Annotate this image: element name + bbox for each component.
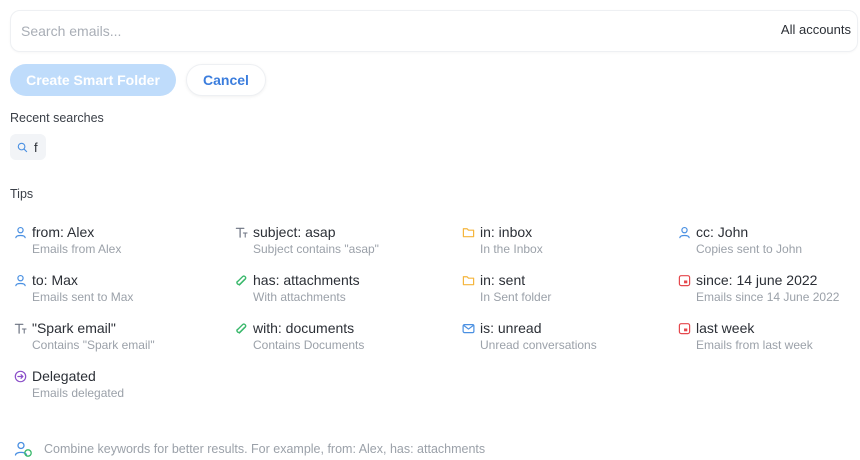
- recent-searches-heading: Recent searches: [10, 111, 104, 125]
- tip-subject[interactable]: subject: asap Subject contains "asap": [235, 223, 379, 256]
- tip-description: Emails sent to Max: [32, 290, 134, 304]
- tip-phrase[interactable]: "Spark email" Contains "Spark email": [14, 319, 155, 352]
- cancel-button[interactable]: Cancel: [186, 64, 266, 96]
- tip-title: "Spark email": [32, 320, 116, 336]
- text-icon: [235, 227, 248, 238]
- tip-title: subject: asap: [253, 224, 336, 240]
- recent-search-text: f: [34, 139, 38, 155]
- tips-heading: Tips: [10, 187, 34, 201]
- tip-title: last week: [696, 320, 755, 336]
- tip-title: since: 14 june 2022: [696, 272, 818, 288]
- tip-title: in: inbox: [480, 224, 533, 240]
- tip-title: with: documents: [253, 320, 355, 336]
- tip-to[interactable]: to: Max Emails sent to Max: [14, 271, 133, 304]
- tip-since-date[interactable]: since: 14 june 2022 Emails since 14 June…: [678, 271, 839, 304]
- person-icon: [679, 226, 690, 238]
- tip-in-sent[interactable]: in: sent In Sent folder: [462, 271, 551, 304]
- folder-icon: [462, 227, 475, 237]
- create-smart-folder-button[interactable]: Create Smart Folder: [10, 64, 176, 96]
- tip-cc[interactable]: cc: John Copies sent to John: [678, 223, 802, 256]
- tip-with-documents[interactable]: with: documents Contains Documents: [235, 319, 364, 352]
- tip-description: Copies sent to John: [696, 242, 803, 256]
- tip-description: Subject contains "asap": [253, 242, 379, 256]
- tip-description: Emails from Alex: [32, 242, 122, 256]
- search-input[interactable]: [11, 11, 711, 51]
- envelope-icon: [462, 323, 475, 333]
- tip-is-unread[interactable]: is: unread Unread conversations: [462, 319, 597, 352]
- hint-text: Combine keywords for better results. For…: [44, 442, 486, 456]
- calendar-icon: [678, 322, 691, 334]
- folder-icon: [462, 275, 475, 285]
- tip-description: With attachments: [253, 290, 346, 304]
- tip-title: has: attachments: [253, 272, 360, 288]
- text-icon: [14, 323, 27, 334]
- person-icon: [15, 226, 26, 238]
- delegate-icon: [14, 370, 27, 382]
- tip-title: from: Alex: [32, 224, 95, 240]
- tip-title: cc: John: [696, 224, 749, 240]
- paperclip-icon: [236, 323, 247, 334]
- combine-keywords-hint: Combine keywords for better results. For…: [14, 441, 485, 457]
- accounts-dropdown[interactable]: All accounts: [781, 22, 851, 37]
- tip-description: Unread conversations: [480, 338, 597, 352]
- paperclip-icon: [236, 275, 247, 286]
- tip-in-inbox[interactable]: in: inbox In the Inbox: [462, 223, 543, 256]
- tip-description: Contains Documents: [253, 338, 365, 352]
- tip-description: Contains "Spark email": [32, 338, 155, 352]
- tip-title: to: Max: [32, 272, 78, 288]
- tip-title: in: sent: [480, 272, 526, 288]
- tip-title: is: unread: [480, 320, 542, 336]
- tip-description: In Sent folder: [480, 290, 552, 304]
- people-icon: [14, 441, 32, 457]
- tip-description: Emails since 14 June 2022: [696, 290, 840, 304]
- tip-has-attachments[interactable]: has: attachments With attachments: [235, 271, 360, 304]
- search-icon: [17, 142, 28, 152]
- person-icon: [15, 274, 26, 286]
- calendar-icon: [678, 274, 691, 286]
- recent-search-chip[interactable]: f: [10, 134, 46, 160]
- tip-description: Emails delegated: [32, 386, 125, 400]
- tip-description: In the Inbox: [480, 242, 543, 256]
- tip-from[interactable]: from: Alex Emails from Alex: [14, 223, 121, 256]
- search-bar: All accounts: [10, 10, 858, 52]
- tip-description: Emails from last week: [696, 338, 813, 352]
- tip-title: Delegated: [32, 368, 96, 384]
- tip-delegated[interactable]: Delegated Emails delegated: [14, 367, 124, 400]
- tip-last-week[interactable]: last week Emails from last week: [678, 319, 813, 352]
